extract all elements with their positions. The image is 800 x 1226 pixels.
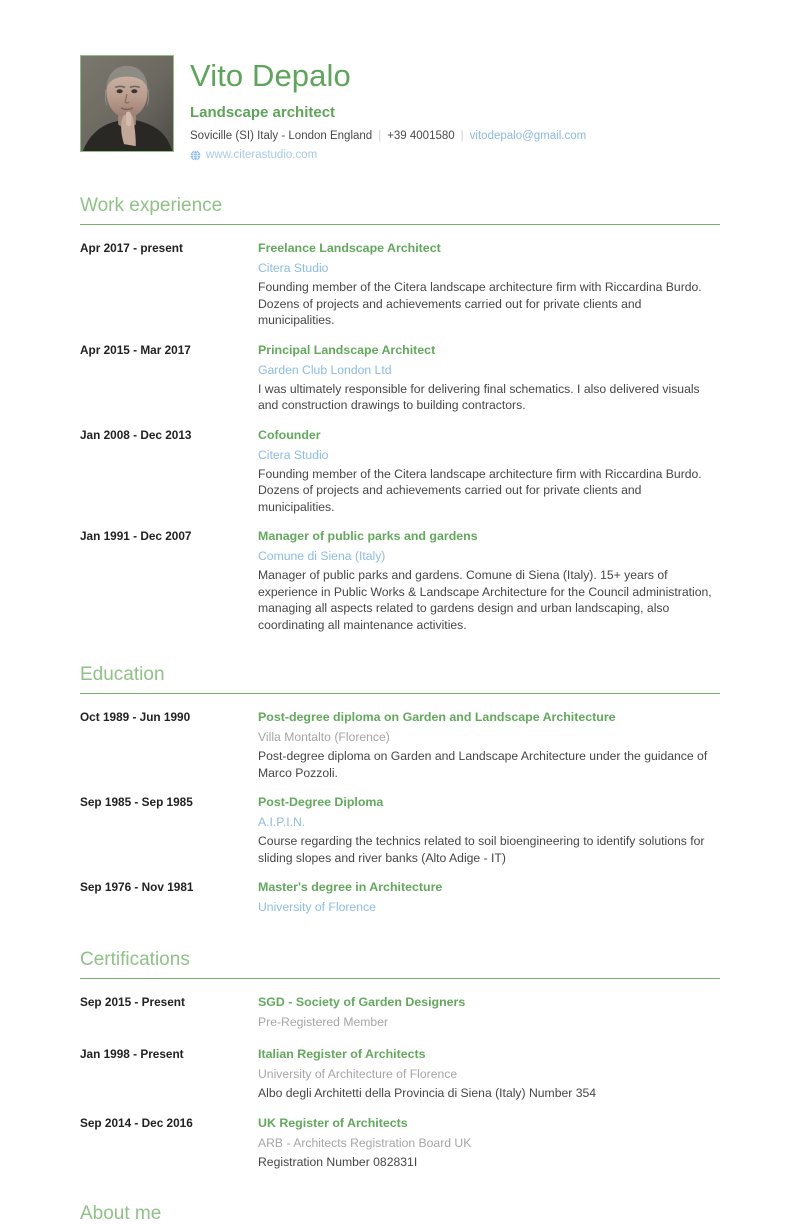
website-url[interactable]: www.citerastudio.com bbox=[206, 147, 317, 164]
job-title: Landscape architect bbox=[190, 104, 336, 121]
entry-description: Founding member of the Citera landscape … bbox=[258, 280, 702, 327]
section-title-work-experience: Work experience bbox=[80, 195, 223, 216]
entry-row: Jan 2008 - Dec 2013 Cofounder Citera Studi… bbox=[80, 426, 720, 516]
entry-body: Post-degree diploma on Garden and Landsc… bbox=[258, 708, 720, 781]
section-title-certifications: Certifications bbox=[80, 949, 190, 970]
contact-location: Sovicille (SI) Italy - London England bbox=[190, 130, 373, 142]
entry-body: UK Register of Architects ARB - Architect… bbox=[258, 1114, 720, 1171]
entry-date: Sep 1985 - Sep 1985 bbox=[80, 795, 193, 809]
section-divider-education bbox=[80, 693, 720, 694]
entry-subtitle: Citera Studio bbox=[258, 261, 329, 275]
globe-icon bbox=[190, 150, 201, 161]
page-title: Vito Depalo bbox=[190, 58, 351, 93]
header-text-block: Vito Depalo Landscape architect Sovicill… bbox=[190, 55, 720, 164]
section-about-me: About me bbox=[0, 1202, 800, 1226]
resume-page: Vito Depalo Landscape architect Sovicill… bbox=[0, 0, 800, 1224]
entry-title: Freelance Landscape Architect bbox=[258, 241, 441, 255]
entry-body: SGD - Society of Garden Designers Pre-Reg… bbox=[258, 993, 720, 1033]
entry-subtitle: Comune di Siena (Italy) bbox=[258, 549, 386, 563]
entry-title: Post-Degree Diploma bbox=[258, 795, 384, 809]
entry-subtitle: Villa Montalto (Florence) bbox=[258, 730, 390, 744]
entry-row: Apr 2017 - present Freelance Landscape Ar… bbox=[80, 239, 720, 329]
entry-body: Post-Degree Diploma A.I.P.I.N. Course rega… bbox=[258, 793, 720, 866]
entry-body: Freelance Landscape Architect Citera Stud… bbox=[258, 239, 720, 329]
entry-row: Sep 1976 - Nov 1981 Master's degree in Ar… bbox=[80, 878, 720, 918]
entry-row: Sep 1985 - Sep 1985 Post-Degree Diploma A.… bbox=[80, 793, 720, 866]
entry-body: Principal Landscape Architect Garden Club… bbox=[258, 341, 720, 414]
entry-date: Sep 1976 - Nov 1981 bbox=[80, 880, 194, 894]
resume-sections: Work experience Apr 2017 - present Freelan… bbox=[0, 194, 800, 1170]
entry-date: Apr 2015 - Mar 2017 bbox=[80, 342, 191, 357]
profile-photo bbox=[80, 55, 174, 152]
entry-date: Oct 1989 - Jun 1990 bbox=[80, 710, 191, 724]
contact-phone: +39 4001580 bbox=[387, 130, 455, 142]
entry-subtitle: A.I.P.I.N. bbox=[258, 815, 306, 829]
website-line[interactable]: www.citerastudio.com bbox=[190, 147, 720, 164]
entry-description: Registration Number 082831I bbox=[258, 1154, 418, 1169]
entry-body: Manager of public parks and gardens Comun… bbox=[258, 527, 720, 633]
entry-date: Jan 1998 - Present bbox=[80, 1047, 184, 1061]
entry-row: Oct 1989 - Jun 1990 Post-degree diploma o… bbox=[80, 708, 720, 781]
entry-description: Manager of public parks and gardens. Com… bbox=[258, 568, 712, 632]
entry-title: UK Register of Architects bbox=[258, 1115, 408, 1130]
section-work-experience: Work experience Apr 2017 - present Freelan… bbox=[0, 194, 800, 633]
entry-subtitle: ARB - Architects Registration Board UK bbox=[258, 1135, 472, 1150]
entry-description: Course regarding the technics related to… bbox=[258, 834, 705, 865]
entry-title: SGD - Society of Garden Designers bbox=[258, 995, 466, 1009]
contact-email[interactable]: vitodepalo@gmail.com bbox=[470, 128, 587, 145]
entry-body: Italian Register of Architects University… bbox=[258, 1045, 720, 1102]
entry-title: Manager of public parks and gardens bbox=[258, 529, 478, 543]
entry-body: Master's degree in Architecture Universit… bbox=[258, 878, 720, 918]
section-certifications: Certifications Sep 2015 - Present SGD - So… bbox=[0, 948, 800, 1170]
entry-row: Sep 2015 - Present SGD - Society of Garde… bbox=[80, 993, 720, 1033]
entry-date: Apr 2017 - present bbox=[80, 241, 183, 255]
resume-header: Vito Depalo Landscape architect Sovicill… bbox=[0, 0, 800, 164]
entry-title: Cofounder bbox=[258, 427, 321, 442]
section-divider-certifications bbox=[80, 978, 720, 979]
entry-description: I was ultimately responsible for deliver… bbox=[258, 381, 700, 413]
entry-subtitle: Garden Club London Ltd bbox=[258, 362, 392, 377]
section-divider-work-experience bbox=[80, 224, 720, 225]
entry-subtitle: University of Architecture of Florence bbox=[258, 1067, 458, 1081]
section-education: Education Oct 1989 - Jun 1990 Post-degree … bbox=[0, 663, 800, 918]
entry-body: Cofounder Citera Studio Founding member of… bbox=[258, 426, 720, 516]
entry-date: Sep 2015 - Present bbox=[80, 995, 185, 1009]
contact-separator-1: | bbox=[378, 130, 382, 142]
entry-title: Italian Register of Architects bbox=[258, 1047, 426, 1061]
entry-row: Jan 1991 - Dec 2007 Manager of public par… bbox=[80, 527, 720, 633]
entry-date: Jan 2008 - Dec 2013 bbox=[80, 427, 192, 442]
entry-row: Jan 1998 - Present Italian Register of Ar… bbox=[80, 1045, 720, 1102]
contact-line: Sovicille (SI) Italy - London England | … bbox=[190, 128, 720, 145]
contact-separator-2: | bbox=[460, 130, 464, 142]
section-title-about-me: About me bbox=[80, 1203, 162, 1224]
entry-description: Albo degli Architetti della Provincia di… bbox=[258, 1086, 597, 1100]
entry-title: Post-degree diploma on Garden and Landsc… bbox=[258, 710, 616, 724]
section-title-education: Education bbox=[80, 664, 165, 685]
entry-row: Sep 2014 - Dec 2016 UK Register of Archit… bbox=[80, 1114, 720, 1171]
entry-subtitle: Citera Studio bbox=[258, 447, 329, 462]
profile-photo-wrapper bbox=[80, 55, 174, 152]
entry-date: Sep 2014 - Dec 2016 bbox=[80, 1115, 193, 1130]
entry-row: Apr 2015 - Mar 2017 Principal Landscape A… bbox=[80, 341, 720, 414]
entry-subtitle: University of Florence bbox=[258, 900, 376, 914]
entry-title: Master's degree in Architecture bbox=[258, 880, 443, 894]
entry-date: Jan 1991 - Dec 2007 bbox=[80, 529, 192, 543]
entry-description: Post-degree diploma on Garden and Landsc… bbox=[258, 749, 708, 780]
entry-title: Principal Landscape Architect bbox=[258, 342, 436, 357]
entry-description: Founding member of the Citera landscape … bbox=[258, 466, 702, 514]
entry-subtitle: Pre-Registered Member bbox=[258, 1015, 389, 1029]
